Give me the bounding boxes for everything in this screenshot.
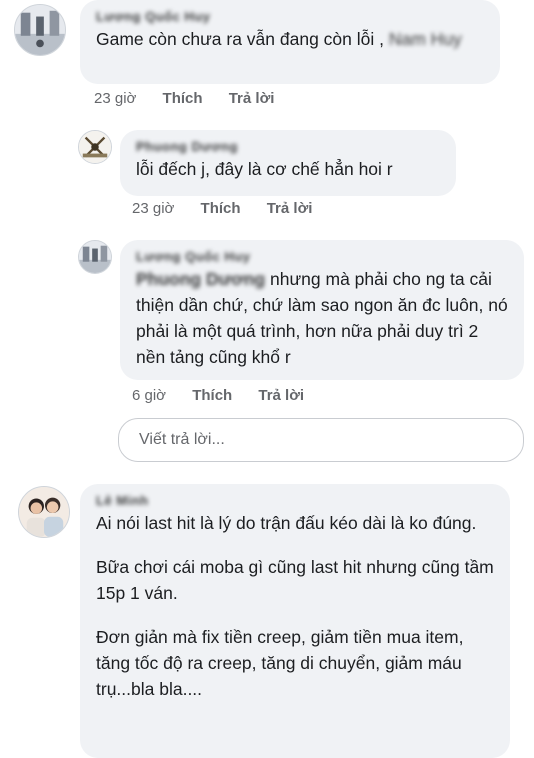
avatar[interactable] bbox=[78, 130, 112, 164]
like-button[interactable]: Thích bbox=[201, 200, 241, 217]
like-button[interactable]: Thích bbox=[163, 90, 203, 107]
comment-bubble: Lương Quốc Huy Game còn chưa ra vẫn đang… bbox=[80, 0, 500, 84]
reply-input[interactable]: Viết trả lời... bbox=[118, 418, 524, 462]
avatar[interactable] bbox=[14, 4, 66, 56]
crossed-swords-icon bbox=[79, 131, 111, 163]
mention-link[interactable]: Phuong Dương bbox=[136, 269, 265, 289]
comment-author[interactable]: Lê Minh bbox=[96, 493, 494, 508]
comment-timestamp[interactable]: 23 giờ bbox=[94, 90, 136, 107]
like-button[interactable]: Thích bbox=[192, 387, 232, 404]
comment-paragraph: Ai nói last hit là lý do trận đấu kéo dà… bbox=[96, 513, 477, 533]
comment-text: Phuong Dương nhưng mà phải cho ng ta cải… bbox=[136, 269, 508, 367]
comment-actions: 23 giờ Thích Trả lời bbox=[94, 90, 296, 107]
avatar-image-icon bbox=[15, 5, 65, 55]
avatar[interactable] bbox=[78, 240, 112, 274]
comment-actions: 6 giờ Thích Trả lời bbox=[132, 387, 326, 404]
comment-author[interactable]: Lương Quốc Huy bbox=[96, 9, 484, 24]
comment-bubble: Lương Quốc Huy Phuong Dương nhưng mà phả… bbox=[120, 240, 524, 380]
comment-bubble: Phuong Dương lỗi đếch j, đây là cơ chế h… bbox=[120, 130, 456, 196]
comment-actions: 23 giờ Thích Trả lời bbox=[132, 200, 334, 217]
comment-author[interactable]: Phuong Dương bbox=[136, 139, 440, 154]
comment-text: lỗi đếch j, đây là cơ chế hẳn hoi r bbox=[136, 159, 393, 179]
reply-button[interactable]: Trả lời bbox=[267, 200, 313, 217]
comment-text: Game còn chưa ra vẫn đang còn lỗi , Nam … bbox=[96, 29, 462, 49]
comment-bubble: Lê Minh Ai nói last hit là lý do trận đấ… bbox=[80, 484, 510, 758]
comment-timestamp[interactable]: 23 giờ bbox=[132, 200, 174, 217]
comment-author[interactable]: Lương Quốc Huy bbox=[136, 249, 508, 264]
avatar-image-icon bbox=[79, 241, 111, 273]
reply-button[interactable]: Trả lời bbox=[258, 387, 304, 404]
avatar[interactable] bbox=[18, 486, 70, 538]
reply-button[interactable]: Trả lời bbox=[229, 90, 275, 107]
comment-paragraph: Đơn giản mà fix tiền creep, giảm tiền mu… bbox=[96, 627, 464, 699]
reply-input-placeholder: Viết trả lời... bbox=[139, 431, 225, 448]
comment-paragraph: Bữa chơi cái moba gì cũng last hit nhưng… bbox=[96, 557, 494, 603]
couple-photo-icon bbox=[19, 487, 69, 537]
comment-timestamp[interactable]: 6 giờ bbox=[132, 387, 166, 404]
comment-text: Ai nói last hit là lý do trận đấu kéo dà… bbox=[96, 510, 494, 702]
comment-text-tail: Nam Huy bbox=[388, 29, 462, 49]
